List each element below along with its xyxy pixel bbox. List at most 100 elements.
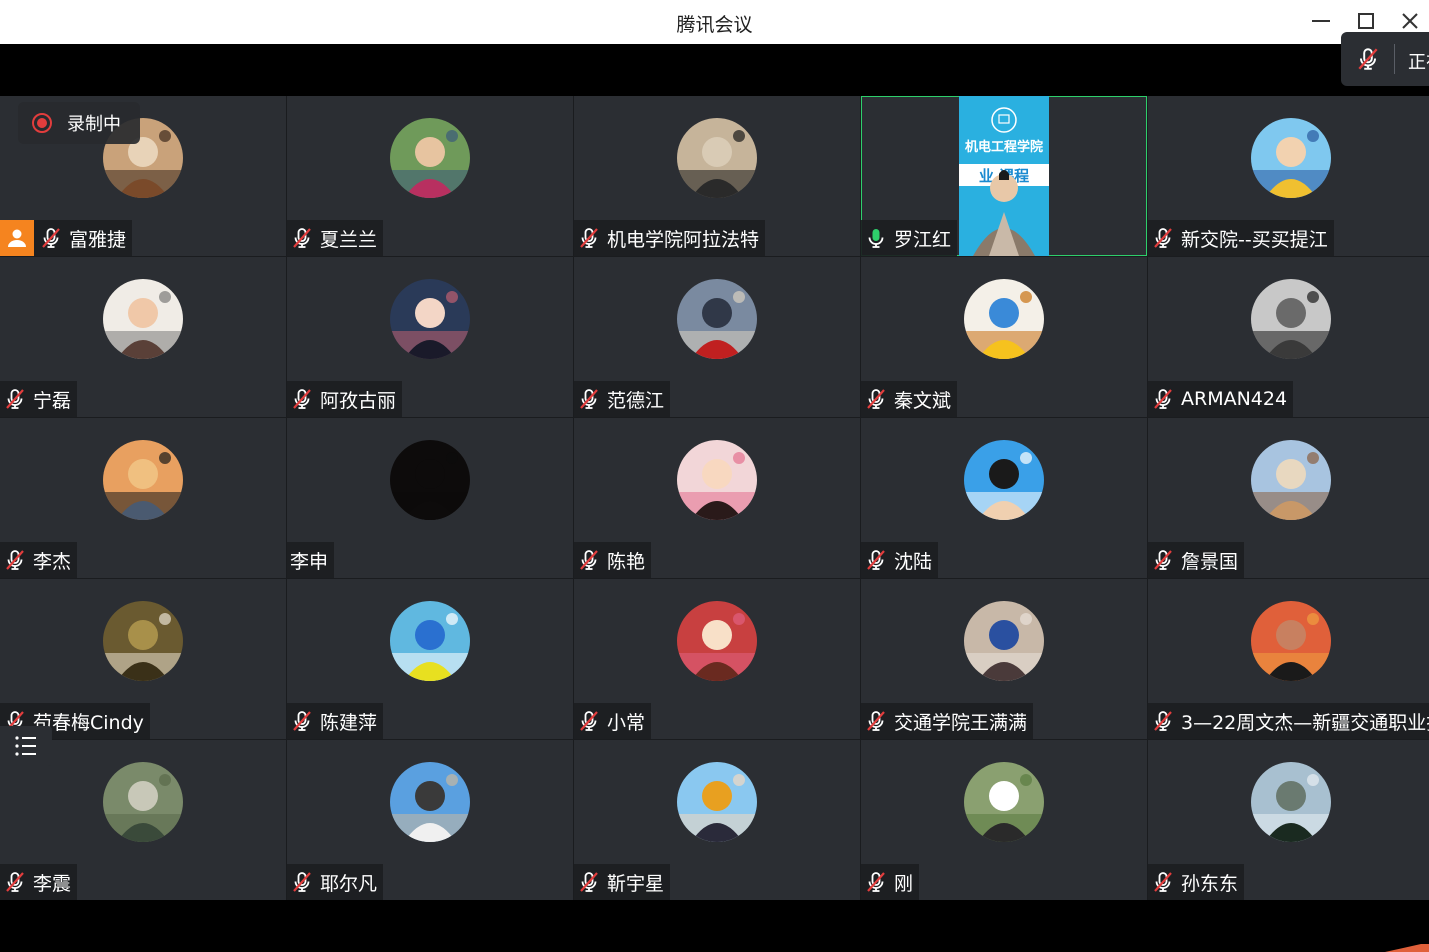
participant-avatar (103, 440, 183, 520)
participant-namebar: 阿孜古丽 (287, 381, 403, 417)
participant-name: 李申 (290, 550, 329, 573)
participant-tile[interactable]: 夏兰兰 (287, 96, 573, 256)
participant-namebar: 机电学院阿拉法特 (574, 220, 766, 256)
participant-tile[interactable]: 苟春梅Cindy (0, 579, 286, 739)
bottom-bar (0, 900, 1429, 952)
participant-video: 机电工程学院业 课程 (959, 96, 1049, 256)
participant-tile[interactable]: 孙东东 (1148, 740, 1429, 900)
muted-mic-icon (577, 870, 601, 894)
window-title: 腾讯会议 (676, 14, 753, 36)
participant-avatar (1251, 440, 1331, 520)
participant-tile[interactable]: 李申 (287, 418, 573, 578)
participant-name: 范德江 (607, 389, 665, 412)
participant-name: 富雅捷 (69, 228, 127, 251)
participant-avatar (103, 279, 183, 359)
participant-tile[interactable]: 耶尔凡 (287, 740, 573, 900)
participant-namebar: 李杰 (0, 542, 78, 578)
muted-mic-icon (577, 709, 601, 733)
participant-grid: 富雅捷 夏兰兰 机电学院阿拉法特 机电工程学院业 课程 罗江红 新交院--买买提江 宁磊 阿孜… (0, 96, 1429, 900)
record-icon (31, 112, 53, 134)
participant-avatar (677, 440, 757, 520)
list-icon (15, 736, 36, 756)
speaking-toast: 正在讲话 (1341, 32, 1429, 86)
participant-namebar: 陈艳 (574, 542, 652, 578)
participant-name: 陈艳 (607, 550, 646, 573)
muted-mic-icon (1151, 387, 1175, 411)
muted-mic-icon (1151, 226, 1175, 250)
muted-mic-icon (864, 387, 888, 411)
participant-avatar (1251, 279, 1331, 359)
participant-name: 靳宇星 (607, 872, 665, 895)
participant-tile[interactable]: 小常 (574, 579, 860, 739)
participant-namebar: 孙东东 (1148, 864, 1245, 900)
participant-tile[interactable]: 李杰 (0, 418, 286, 578)
participant-avatar (390, 279, 470, 359)
participant-name: 詹景国 (1181, 550, 1239, 573)
member-list-button[interactable] (0, 726, 52, 766)
corner-accent-icon (1385, 944, 1429, 952)
recording-indicator[interactable]: 录制中 (18, 102, 140, 144)
participant-namebar: 耶尔凡 (287, 864, 384, 900)
participant-tile[interactable]: 机电学院阿拉法特 (574, 96, 860, 256)
participant-name: 罗江红 (894, 228, 952, 251)
participant-namebar: 小常 (574, 703, 652, 739)
mic-on-icon (864, 226, 888, 250)
participant-tile[interactable]: 陈艳 (574, 418, 860, 578)
participant-name: 机电学院阿拉法特 (607, 228, 760, 251)
participant-avatar (964, 601, 1044, 681)
participant-name: 小常 (607, 711, 646, 734)
participant-avatar (390, 601, 470, 681)
participant-tile[interactable]: 范德江 (574, 257, 860, 417)
minimize-button[interactable] (1306, 6, 1336, 36)
minimize-icon (1312, 20, 1330, 22)
participant-avatar (103, 601, 183, 681)
participant-tile[interactable]: 詹景国 (1148, 418, 1429, 578)
recording-label: 录制中 (67, 114, 121, 135)
participant-tile[interactable]: 陈建萍 (287, 579, 573, 739)
participant-name: 阿孜古丽 (320, 389, 397, 412)
muted-mic-icon (290, 870, 314, 894)
participant-tile[interactable]: ARMAN424 (1148, 257, 1429, 417)
participant-avatar (677, 118, 757, 198)
participant-namebar: 詹景国 (1148, 542, 1245, 578)
participant-avatar (964, 279, 1044, 359)
participant-tile[interactable]: 新交院--买买提江 (1148, 96, 1429, 256)
participant-avatar (964, 762, 1044, 842)
participant-tile[interactable]: 阿孜古丽 (287, 257, 573, 417)
participant-namebar: 李震 (0, 864, 78, 900)
participant-namebar: 靳宇星 (574, 864, 671, 900)
title-bar: 腾讯会议 (0, 0, 1429, 44)
participant-name: 秦文斌 (894, 389, 952, 412)
muted-mic-icon (1151, 548, 1175, 572)
participant-name: 沈陆 (894, 550, 933, 573)
participant-name: 陈建萍 (320, 711, 378, 734)
participant-tile[interactable]: 秦文斌 (861, 257, 1147, 417)
participant-avatar (1251, 762, 1331, 842)
participant-name: 李震 (33, 872, 72, 895)
participant-tile[interactable]: 交通学院王满满 (861, 579, 1147, 739)
muted-mic-icon (864, 548, 888, 572)
participant-namebar: ARMAN424 (1148, 381, 1294, 417)
participant-tile[interactable]: 刚 (861, 740, 1147, 900)
participant-avatar (1251, 118, 1331, 198)
participant-tile[interactable]: 宁磊 (0, 257, 286, 417)
participant-name: 耶尔凡 (320, 872, 378, 895)
muted-mic-icon (577, 226, 601, 250)
participant-name: 孙东东 (1181, 872, 1239, 895)
participant-namebar: 刚 (861, 864, 920, 900)
participant-avatar (677, 601, 757, 681)
participant-tile[interactable]: 沈陆 (861, 418, 1147, 578)
svg-text:机电工程学院: 机电工程学院 (965, 139, 1043, 155)
participant-namebar: 富雅捷 (0, 220, 133, 256)
participant-tile[interactable]: 机电工程学院业 课程 罗江红 (861, 96, 1147, 256)
participant-namebar: 3—22周文杰—新疆交通职业技术学院 (1148, 703, 1429, 739)
participant-avatar (1251, 601, 1331, 681)
participant-namebar: 李申 (287, 542, 335, 578)
participant-avatar (390, 440, 470, 520)
participant-tile[interactable]: 靳宇星 (574, 740, 860, 900)
muted-mic-icon (3, 548, 27, 572)
participant-name: 刚 (894, 872, 914, 895)
participant-namebar: 交通学院王满满 (861, 703, 1034, 739)
participant-avatar (390, 118, 470, 198)
participant-tile[interactable]: 3—22周文杰—新疆交通职业技术学院 (1148, 579, 1429, 739)
